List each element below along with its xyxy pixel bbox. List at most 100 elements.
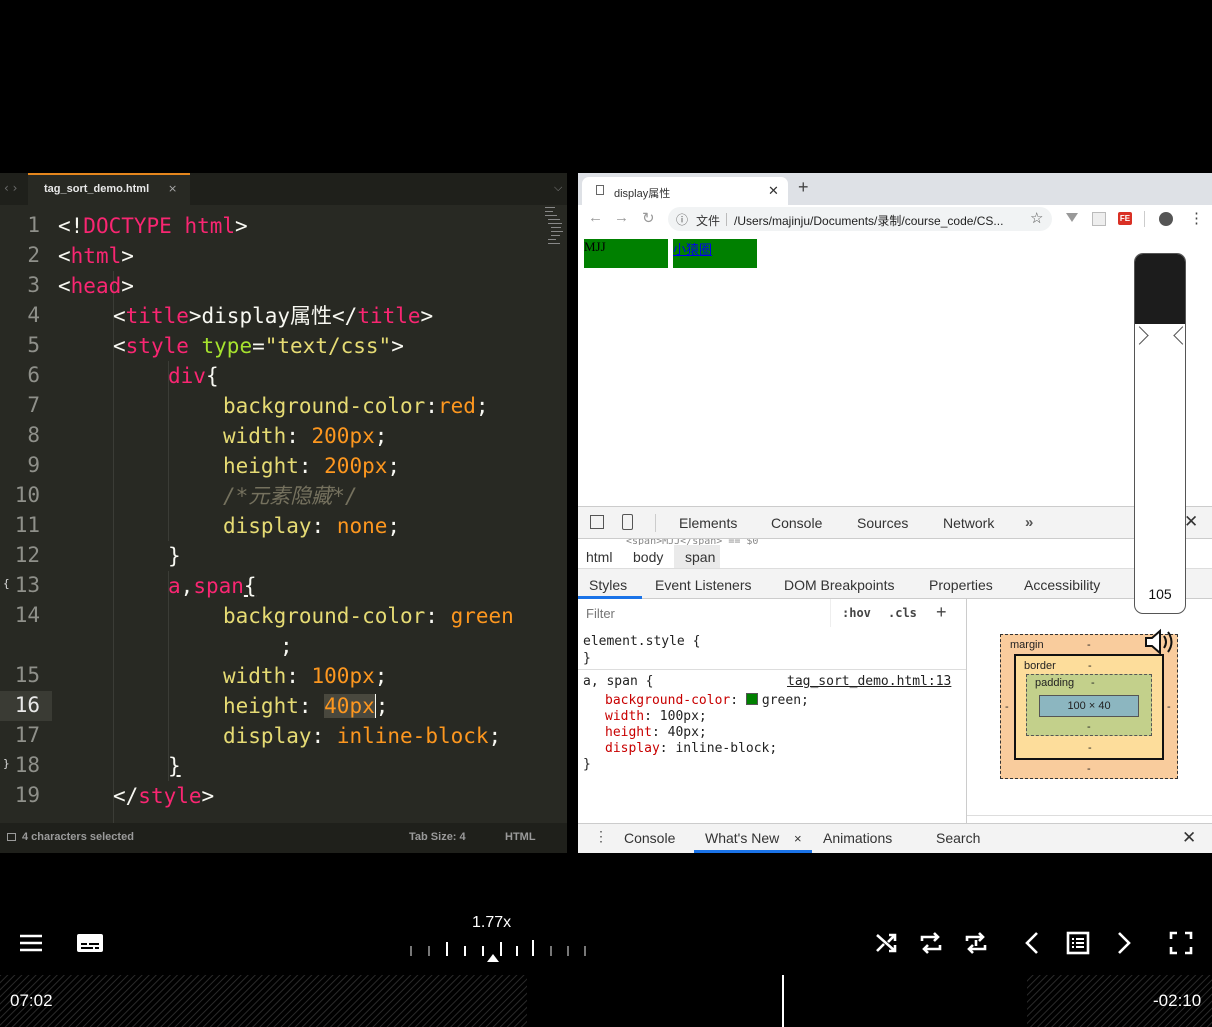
box-model-padding[interactable]: padding - - 100 × 40 [1026, 674, 1152, 736]
code-line-11: display: none; [223, 514, 401, 538]
bookmark-star-icon[interactable]: ☆ [1030, 209, 1043, 227]
margin-left-value: - [1005, 701, 1009, 713]
code-area[interactable]: <!DOCTYPE html> <html> <head> <title>dis… [0, 211, 567, 823]
more-tabs-icon[interactable]: » [1025, 514, 1033, 531]
speed-slider[interactable] [405, 938, 595, 962]
breadcrumb-span[interactable]: span [685, 549, 715, 565]
margin-right-value: - [1167, 701, 1171, 713]
tab-dom-breakpoints[interactable]: DOM Breakpoints [784, 577, 894, 593]
element-style-close: } [583, 651, 591, 666]
tab-properties[interactable]: Properties [929, 577, 993, 593]
seek-bar[interactable] [0, 975, 1212, 1027]
filter-input[interactable]: Filter [578, 599, 831, 627]
link-box[interactable]: 小猿圈 [673, 239, 757, 268]
element-style-open[interactable]: element.style { [583, 634, 700, 649]
line-number: 4 [27, 303, 40, 327]
volume-thumb[interactable] [1135, 326, 1149, 345]
previous-icon[interactable] [1022, 931, 1042, 955]
forward-icon[interactable]: → [614, 209, 629, 226]
close-icon[interactable]: × [794, 831, 802, 846]
color-swatch[interactable] [745, 693, 758, 705]
fe-extension-icon[interactable]: FE [1118, 212, 1132, 225]
address-bar[interactable]: ⓘ 文件 /Users/majinju/Documents/录制/course_… [668, 207, 1052, 231]
syntax-status[interactable]: HTML [505, 831, 536, 843]
tab-size-status[interactable]: Tab Size: 4 [409, 831, 466, 843]
next-icon[interactable] [1114, 931, 1134, 955]
extension-icon[interactable] [1066, 213, 1078, 222]
fold-marker[interactable]: } [3, 757, 10, 770]
divider [967, 815, 1212, 816]
menu-icon[interactable] [18, 932, 44, 954]
repeat-one-icon[interactable] [963, 931, 989, 955]
reload-icon[interactable]: ↻ [642, 209, 655, 227]
close-icon[interactable]: ✕ [768, 183, 779, 199]
code-line-8: width: 200px; [223, 424, 388, 448]
rule-selector[interactable]: a, span { [583, 674, 653, 689]
css-declaration[interactable]: background-color: green; [605, 693, 809, 708]
breadcrumb-html[interactable]: html [586, 549, 612, 565]
line-number: 18} [3, 753, 40, 777]
drawer-tab-whats-new[interactable]: What's New [705, 830, 779, 846]
margin-label: margin [1010, 639, 1044, 651]
fold-marker[interactable]: { [3, 577, 10, 590]
class-toggle[interactable]: .cls [888, 606, 917, 620]
playlist-icon[interactable] [1066, 931, 1090, 955]
chevron-down-icon[interactable]: ⌵ [554, 181, 562, 195]
editor-tab[interactable]: tag_sort_demo.html × [28, 173, 190, 205]
speaker-icon[interactable] [1143, 628, 1175, 656]
drawer-tab-search[interactable]: Search [936, 830, 980, 846]
extension-icon[interactable] [1092, 212, 1106, 226]
url-text[interactable]: /Users/majinju/Documents/录制/course_code/… [734, 212, 1003, 229]
subtitles-icon[interactable] [76, 932, 104, 954]
browser-tab[interactable]: display属性 ✕ [582, 177, 788, 205]
repeat-icon[interactable] [918, 931, 944, 955]
css-declaration[interactable]: height: 40px; [605, 725, 707, 740]
volume-slider[interactable]: 105 [1134, 253, 1186, 614]
code-editor[interactable]: ‹ › tag_sort_demo.html × ⌵ <!DOCTYPE htm… [0, 173, 567, 853]
drawer-tab-animations[interactable]: Animations [823, 830, 892, 846]
back-icon[interactable]: ← [588, 209, 603, 226]
breadcrumb-body[interactable]: body [633, 549, 663, 565]
tab-elements[interactable]: Elements [679, 515, 737, 531]
box-model-content[interactable]: 100 × 40 [1039, 695, 1139, 717]
volume-thumb[interactable] [1173, 326, 1185, 345]
device-toolbar-icon[interactable] [622, 514, 633, 530]
tab-network[interactable]: Network [943, 515, 994, 531]
css-declaration[interactable]: width: 100px; [605, 709, 707, 724]
new-tab-button[interactable]: + [798, 177, 809, 198]
code-line-10: /*元素隐藏*/ [223, 484, 358, 508]
code-line-2: <html> [58, 244, 134, 268]
playback-speed[interactable]: 1.77x [472, 914, 511, 932]
close-icon[interactable]: ✕ [1182, 828, 1196, 848]
tab-accessibility[interactable]: Accessibility [1024, 577, 1100, 593]
rule-source-link[interactable]: tag_sort_demo.html:13 [787, 674, 951, 689]
tab-event-listeners[interactable]: Event Listeners [655, 577, 752, 593]
seek-waveform-left [0, 975, 527, 1027]
more-menu-icon[interactable]: ⋮ [1189, 209, 1204, 227]
profile-avatar-icon[interactable] [1159, 212, 1173, 226]
tab-nav-arrows[interactable]: ‹ › [4, 181, 17, 195]
close-icon[interactable]: ✕ [1184, 512, 1198, 532]
info-icon[interactable]: ⓘ [676, 211, 688, 228]
box-model-border[interactable]: border - - padding - - 100 × 40 [1014, 654, 1164, 760]
volume-track-fill [1135, 254, 1185, 324]
fullscreen-icon[interactable] [1169, 931, 1193, 955]
inspect-element-icon[interactable] [590, 515, 604, 529]
remaining-time: -02:10 [1153, 991, 1202, 1010]
panel-icon[interactable] [7, 833, 16, 841]
drawer-tab-console[interactable]: Console [624, 830, 675, 846]
shuffle-icon[interactable] [874, 931, 898, 955]
tab-console[interactable]: Console [771, 515, 822, 531]
close-icon[interactable]: × [168, 182, 177, 195]
hover-state-toggle[interactable]: :hov [842, 606, 871, 620]
code-line-17: display: inline-block; [223, 724, 502, 748]
css-declaration[interactable]: display: inline-block; [605, 741, 777, 756]
editor-tab-label: tag_sort_demo.html [44, 183, 150, 195]
drawer-menu-icon[interactable]: ⋮ [594, 828, 608, 845]
new-rule-button[interactable]: + [936, 602, 947, 623]
code-line-18: } [168, 754, 181, 778]
code-line-3: <head> [58, 274, 134, 298]
tab-styles[interactable]: Styles [589, 577, 627, 593]
elapsed-time: 07:02 [10, 991, 53, 1010]
tab-sources[interactable]: Sources [857, 515, 908, 531]
